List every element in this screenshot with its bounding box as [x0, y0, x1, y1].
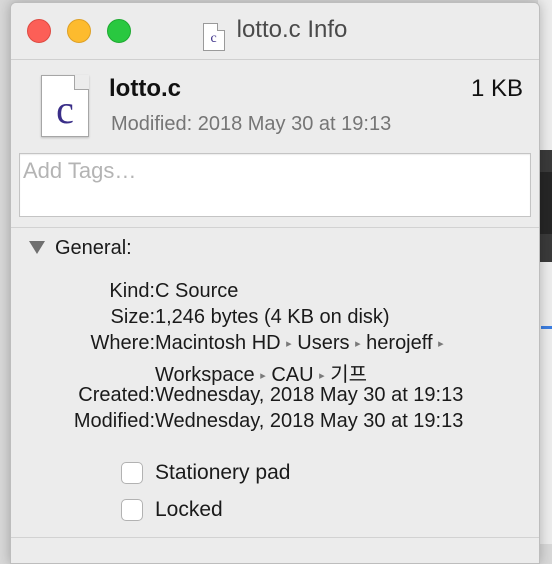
file-icon-letter: c [56, 87, 74, 132]
window-title-text: lotto.c Info [236, 16, 348, 43]
kind-value: C Source [155, 280, 239, 302]
size-row: Size: 1,246 bytes (4 KB on disk) [11, 306, 539, 330]
path-item-folder: 기프 [330, 364, 368, 386]
stationery-pad-label[interactable]: Stationery pad [155, 461, 290, 485]
c-source-document-icon: c [202, 23, 225, 51]
general-section-title[interactable]: General: [55, 237, 132, 260]
background-accent-line [541, 326, 552, 329]
modified-row: Modified: Wednesday, 2018 May 30 at 19:1… [11, 410, 539, 434]
file-size: 1 KB [470, 75, 523, 102]
stationery-pad-checkbox[interactable] [121, 462, 143, 484]
locked-checkbox[interactable] [121, 499, 143, 521]
modified-summary: Modified: 2018 May 30 at 19:13 [111, 113, 392, 135]
tags-placeholder: Add Tags… [23, 158, 137, 183]
created-label: Created: [78, 384, 155, 406]
section-divider-bottom [11, 537, 539, 538]
file-icon[interactable]: c [41, 75, 89, 137]
section-divider [11, 227, 539, 228]
path-item-herojeff: herojeff [366, 332, 433, 354]
path-separator-icon: ▸ [319, 370, 325, 382]
info-window: c lotto.c Info c lotto.c 1 KB Modified: 2… [10, 2, 540, 564]
title-bar[interactable]: c lotto.c Info [11, 3, 539, 60]
path-separator-icon: ▸ [286, 338, 292, 350]
path-separator-icon: ▸ [260, 370, 266, 382]
where-row-continued: Workspace ▸ CAU ▸ 기프 [11, 358, 539, 386]
background-dark-panel-inner [540, 172, 552, 234]
path-separator-icon: ▸ [438, 338, 444, 350]
kind-label: Kind: [109, 280, 155, 302]
path-item-cau: CAU [271, 364, 314, 386]
where-path-line-2: Workspace ▸ CAU ▸ 기프 [155, 358, 367, 387]
file-name: lotto.c [109, 75, 181, 102]
where-label: Where: [90, 332, 155, 354]
background-window [538, 0, 552, 544]
created-row: Created: Wednesday, 2018 May 30 at 19:13 [11, 384, 539, 408]
path-separator-icon: ▸ [355, 338, 361, 350]
modified-label: Modified: [73, 410, 155, 432]
created-value: Wednesday, 2018 May 30 at 19:13 [155, 384, 464, 406]
window-title: c lotto.c Info [11, 16, 539, 51]
disclosure-triangle-icon[interactable] [29, 241, 45, 254]
size-value: 1,246 bytes (4 KB on disk) [155, 306, 390, 328]
modified-value: Wednesday, 2018 May 30 at 19:13 [155, 410, 464, 432]
where-path-line-1: Macintosh HD ▸ Users ▸ herojeff ▸ [155, 332, 444, 355]
path-item-macintosh-hd: Macintosh HD [155, 332, 281, 354]
tags-input[interactable]: Add Tags… [19, 153, 531, 217]
path-item-users: Users [297, 332, 350, 354]
kind-row: Kind: C Source [11, 280, 539, 304]
size-label: Size: [110, 306, 155, 328]
locked-label[interactable]: Locked [155, 498, 223, 522]
where-row: Where: Macintosh HD ▸ Users ▸ herojeff ▸ [11, 332, 539, 356]
path-item-workspace: Workspace [155, 364, 255, 386]
